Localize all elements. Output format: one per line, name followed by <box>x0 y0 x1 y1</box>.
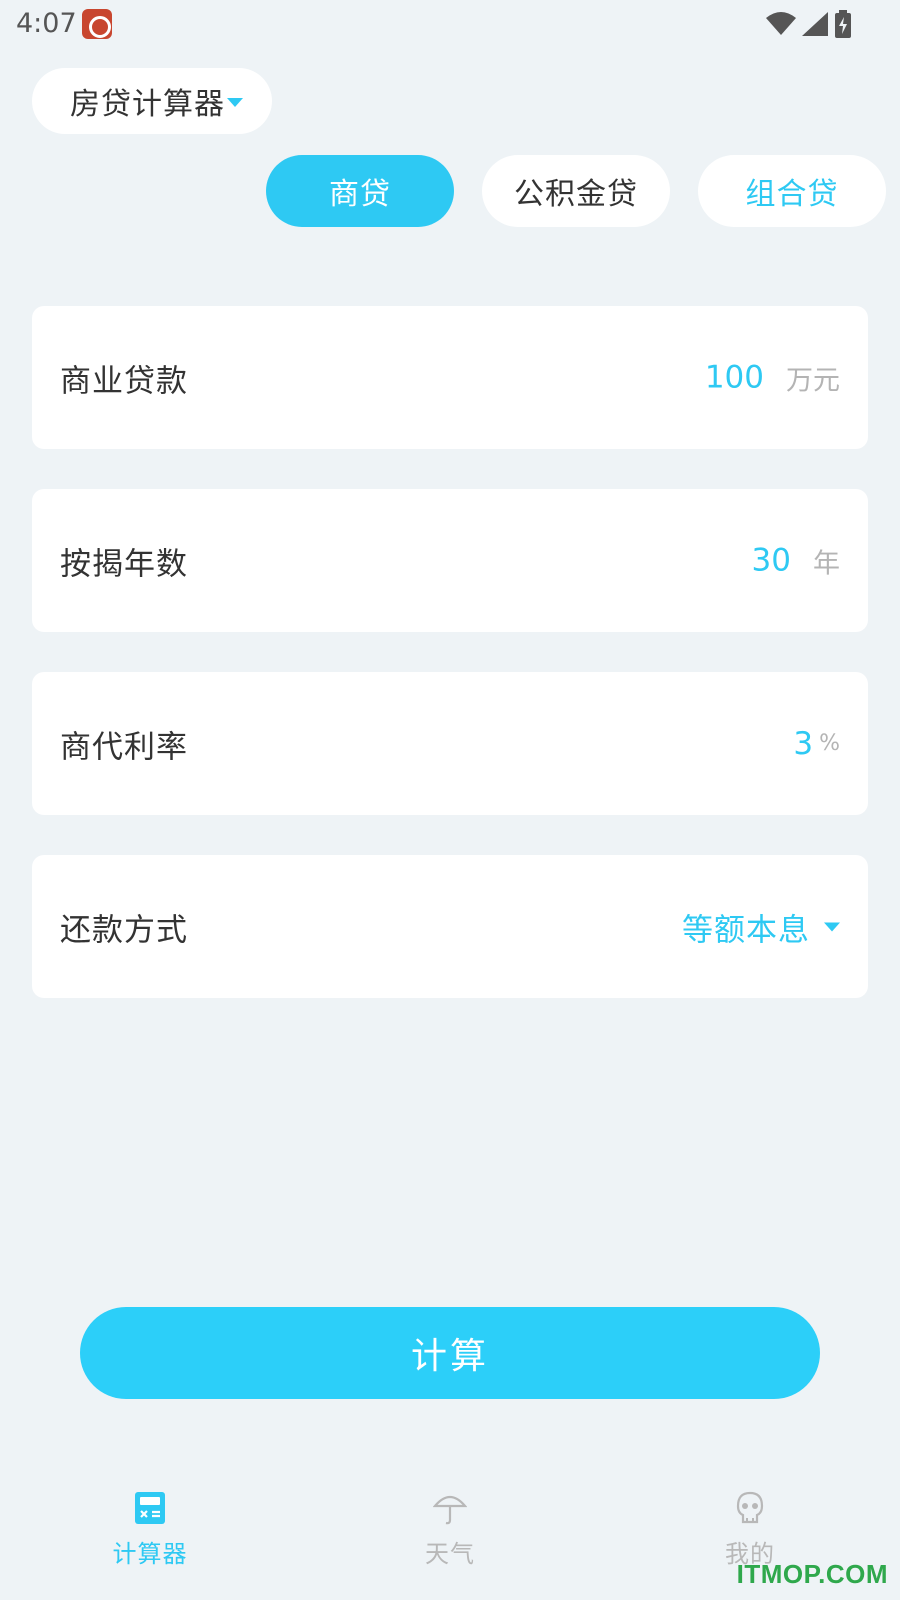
skull-icon <box>732 1490 768 1526</box>
nav-label: 计算器 <box>112 1540 188 1568</box>
loan-amount-value[interactable]: 100 <box>705 360 764 396</box>
loan-years-value[interactable]: 30 <box>752 543 791 579</box>
status-icons <box>766 10 852 38</box>
tab-label: 公积金贷 <box>514 177 638 212</box>
wifi-icon <box>766 12 796 36</box>
loan-amount-label: 商业贷款 <box>60 363 188 399</box>
status-bar: 4:07 <box>0 0 900 48</box>
repayment-method-value: 等额本息 <box>682 912 810 948</box>
loan-amount-row[interactable]: 商业贷款 100 万元 <box>32 306 868 449</box>
loan-years-row[interactable]: 按揭年数 30 年 <box>32 489 868 632</box>
signal-icon <box>802 12 828 36</box>
caret-down-icon <box>824 922 840 931</box>
tab-provident-fund-loan[interactable]: 公积金贷 <box>482 155 670 227</box>
calculator-type-label: 房贷计算器 <box>70 87 225 122</box>
interest-rate-row[interactable]: 商代利率 3 % <box>32 672 868 815</box>
tab-label: 组合贷 <box>745 177 839 212</box>
watermark: ITMOP.COM <box>736 1559 888 1589</box>
loan-years-field[interactable]: 30 年 <box>752 541 840 580</box>
nav-label: 天气 <box>425 1540 475 1568</box>
loan-amount-unit: 万元 <box>786 365 840 396</box>
caret-down-icon <box>227 97 243 107</box>
repayment-method-select[interactable]: 等额本息 <box>682 904 840 949</box>
calculate-button-label: 计算 <box>410 1336 489 1377</box>
loan-years-label: 按揭年数 <box>60 546 188 582</box>
nav-item-weather[interactable]: 天气 <box>370 1490 530 1580</box>
tab-combined-loan[interactable]: 组合贷 <box>698 155 886 227</box>
status-time: 4:07 <box>16 8 77 39</box>
weibo-like-app-icon <box>82 9 112 39</box>
umbrella-icon <box>432 1490 468 1526</box>
loan-amount-field[interactable]: 100 万元 <box>705 358 840 397</box>
interest-rate-value[interactable]: 3 <box>793 726 813 762</box>
repayment-method-label: 还款方式 <box>60 912 188 948</box>
calculate-button[interactable]: 计算 <box>80 1307 820 1399</box>
interest-rate-unit: % <box>819 731 840 756</box>
battery-charging-icon <box>834 10 852 38</box>
tab-commercial-loan[interactable]: 商贷 <box>266 155 454 227</box>
interest-rate-label: 商代利率 <box>60 729 188 765</box>
interest-rate-field[interactable]: 3 % <box>793 726 840 762</box>
nav-item-calculator[interactable]: 计算器 <box>70 1490 230 1580</box>
repayment-method-row[interactable]: 还款方式 等额本息 <box>32 855 868 998</box>
calculator-type-selector[interactable]: 房贷计算器 <box>32 68 272 134</box>
loan-years-unit: 年 <box>813 548 840 579</box>
tab-label: 商贷 <box>329 177 391 212</box>
calculator-icon <box>132 1490 168 1526</box>
